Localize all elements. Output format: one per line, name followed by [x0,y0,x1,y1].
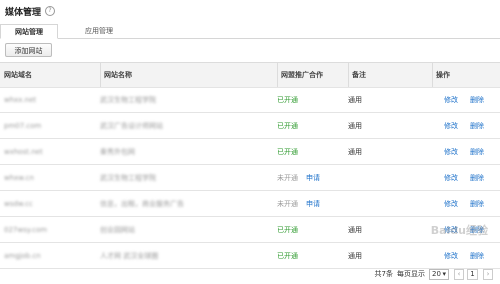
cooperation-cell: 已开通 [277,217,298,242]
per-page-value: 20 [432,270,441,278]
status-text: 已开通 [277,225,298,234]
page-header: 媒体管理 ? [5,4,56,18]
site-name-cell: 信息，出租，商业服务广告 [100,199,184,208]
watermark: Baidu经验 [430,224,488,237]
site-name-cell: 武汉生物工程学院 [100,95,156,104]
total-count: 共7条 [374,270,393,278]
domain-cell: wsdw.cc [4,199,33,208]
column-header-name: 网站名称 [100,63,132,87]
delete-link[interactable]: 删除 [470,95,484,105]
chevron-down-icon: ▾ [442,270,446,278]
site-name-cell: 创业园网站 [100,225,135,234]
table-row: 027wsy.com 创业园网站 已开通 通用 修改 删除 [0,217,500,243]
note-cell: 通用 [348,121,362,130]
add-website-button[interactable]: 添加网站 [5,43,52,57]
column-header-note: 备注 [348,63,366,87]
help-icon[interactable]: ? [45,6,56,16]
actions-cell: 修改 删除 [444,165,484,190]
table-row: wsdw.cc 信息，出租，商业服务广告 未开通 申请 修改 删除 [0,191,500,217]
domain-cell: whxx.net [4,95,37,104]
delete-link[interactable]: 删除 [470,199,484,209]
domain-cell: amgjob.cn [4,251,41,260]
table-row: whxx.net 武汉生物工程学院 已开通 通用 修改 删除 [0,87,500,113]
table-row: whxw.cn 武汉生物工程学院 未开通 申请 修改 删除 [0,165,500,191]
column-header-cooperation: 网盟推广合作 [277,63,323,87]
apply-link[interactable]: 申请 [306,173,320,183]
tab-website-management[interactable]: 网站管理 [0,24,58,39]
table-header: 网站域名 网站名称 网盟推广合作 备注 操作 [0,62,500,88]
pagination: 共7条 每页显示 20 ▾ ‹ 1 › [375,267,493,281]
edit-link[interactable]: 修改 [444,121,458,131]
actions-cell: 修改 删除 [444,87,484,112]
site-name-cell: 武汉广告设计师网站 [100,121,163,130]
domain-cell: wxhost.net [4,147,43,156]
actions-cell: 修改 删除 [444,113,484,138]
delete-link[interactable]: 删除 [470,121,484,131]
column-header-actions: 操作 [432,63,450,87]
per-page-label: 每页显示 [397,270,425,278]
cooperation-cell: 已开通 [277,243,298,268]
edit-link[interactable]: 修改 [444,251,458,261]
note-cell: 通用 [348,251,362,260]
domain-cell: 027wsy.com [4,225,48,234]
status-text: 已开通 [277,147,298,156]
note-cell: 通用 [348,95,362,104]
status-text: 已开通 [277,251,298,260]
table-row: pm07.com 武汉广告设计师网站 已开通 通用 修改 删除 [0,113,500,139]
apply-link[interactable]: 申请 [306,199,320,209]
cooperation-cell: 未开通 申请 [277,165,320,190]
note-cell: 通用 [348,147,362,156]
delete-link[interactable]: 删除 [470,173,484,183]
status-text: 已开通 [277,121,298,130]
actions-cell: 修改 删除 [444,139,484,164]
column-header-domain: 网站域名 [4,71,32,79]
edit-link[interactable]: 修改 [444,199,458,209]
cooperation-cell: 未开通 申请 [277,191,320,216]
domain-cell: pm07.com [4,121,42,130]
page-title: 媒体管理 [5,7,42,18]
status-text: 未开通 [277,173,298,182]
site-name-cell: 人才网 武汉全球圈 [100,251,159,260]
edit-link[interactable]: 修改 [444,95,458,105]
tab-bar: 网站管理 应用管理 [0,24,500,39]
delete-link[interactable]: 删除 [470,147,484,157]
actions-cell: 修改 删除 [444,243,484,268]
actions-cell: 修改 删除 [444,191,484,216]
cooperation-cell: 已开通 [277,113,298,138]
per-page-select[interactable]: 20 ▾ [429,268,449,280]
status-text: 已开通 [277,95,298,104]
next-page-button[interactable]: › [483,268,493,280]
edit-link[interactable]: 修改 [444,173,458,183]
prev-page-button[interactable]: ‹ [454,268,464,280]
tab-app-management[interactable]: 应用管理 [73,24,125,38]
cooperation-cell: 已开通 [277,87,298,112]
site-name-cell: 武汉生物工程学院 [100,173,156,182]
edit-link[interactable]: 修改 [444,147,458,157]
note-cell: 通用 [348,225,362,234]
table-row: wxhost.net 秦秀外包网 已开通 通用 修改 删除 [0,139,500,165]
domain-cell: whxw.cn [4,173,34,182]
delete-link[interactable]: 删除 [470,251,484,261]
cooperation-cell: 已开通 [277,139,298,164]
page-number-button[interactable]: 1 [467,268,478,280]
table-row: amgjob.cn 人才网 武汉全球圈 已开通 通用 修改 删除 [0,243,500,269]
site-name-cell: 秦秀外包网 [100,147,135,156]
status-text: 未开通 [277,199,298,208]
